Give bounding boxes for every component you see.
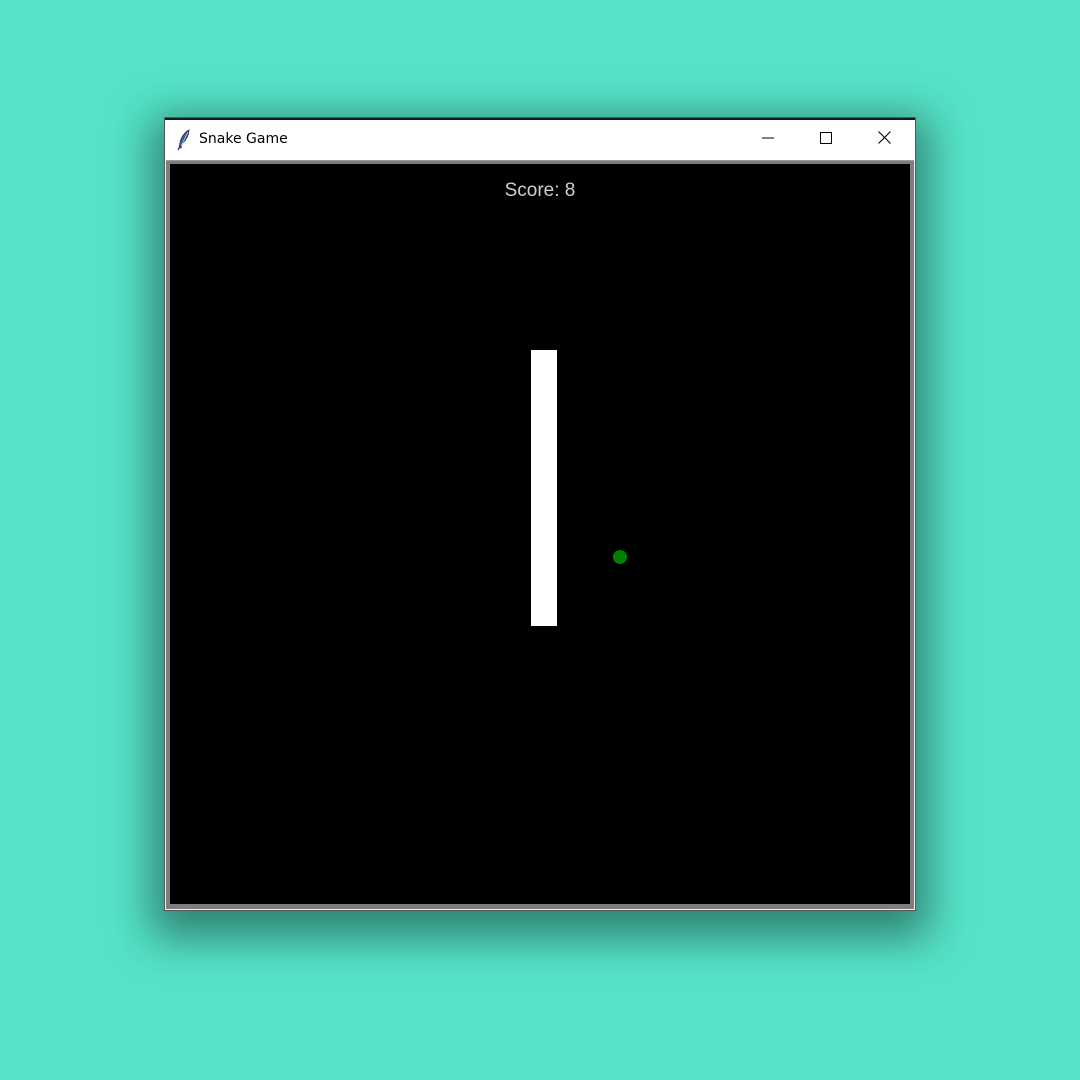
close-icon <box>877 131 891 149</box>
minimize-button[interactable] <box>739 120 797 160</box>
maximize-button[interactable] <box>797 120 855 160</box>
window-title: Snake Game <box>199 131 288 147</box>
maximize-icon <box>820 131 832 149</box>
close-button[interactable] <box>855 120 913 160</box>
snake-body <box>531 350 557 626</box>
food-pellet <box>613 550 627 564</box>
app-window: Snake Game Score: 8 <box>164 117 916 911</box>
score-label: Score: 8 <box>504 180 576 201</box>
minimize-icon <box>762 131 774 149</box>
canvas-frame: Score: 8 <box>166 160 914 909</box>
game-canvas[interactable]: Score: 8 <box>170 164 910 904</box>
title-bar[interactable]: Snake Game <box>165 118 915 160</box>
feather-icon <box>176 129 192 151</box>
